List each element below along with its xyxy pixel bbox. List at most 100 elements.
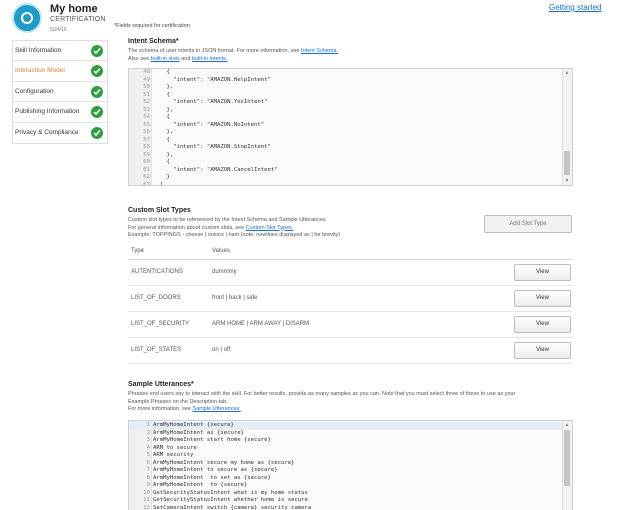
line-number: 48 xyxy=(143,69,150,75)
code-text: }, xyxy=(153,129,174,135)
sidebar-item-label: Privacy & Compliance xyxy=(15,128,79,136)
line-number: 6 xyxy=(146,459,150,466)
slot-type-values: on | off xyxy=(212,347,231,353)
code-line: 57 { xyxy=(129,137,562,145)
code-line: 61 "intent": "AMAZON.CancelIntent" xyxy=(129,167,562,175)
line-number: 3 xyxy=(146,437,150,443)
slot-type-values: ARM HOME | ARM AWAY | DISARM xyxy=(212,321,310,327)
code-text: GetSecurityStatusIntent whether home is … xyxy=(153,497,308,503)
code-text: { xyxy=(153,91,170,98)
slot-type-name: AUTENTICATIONS xyxy=(131,269,183,275)
intent-schema-editor[interactable]: 48 {49 "intent": "AMAZON.HelpIntent" 50 }… xyxy=(128,68,573,186)
code-line: 10 GetSecurityStatusIntent what is my hom… xyxy=(129,490,562,498)
code-text: ArmMyHomeIntent to set as {secure} xyxy=(153,474,271,481)
code-text: ArmMyHomeIntent to secure as {secure} xyxy=(153,467,278,473)
getting-started-link[interactable]: Getting started xyxy=(549,3,601,12)
sidebar-item-publishing-information[interactable]: Publishing Information xyxy=(13,102,107,123)
code-line: 62 } xyxy=(129,174,562,182)
code-text: }, xyxy=(153,106,174,113)
line-number: 59 xyxy=(143,151,150,158)
built-in-intents-link[interactable]: built-in intents. xyxy=(192,56,227,62)
desc-text: Also see xyxy=(128,55,151,62)
code-text: ArmMyHomeIntent {secure} xyxy=(153,422,234,428)
sidebar-item-interaction-model[interactable]: Interaction Model xyxy=(13,61,107,82)
code-line: 56 }, xyxy=(129,129,562,137)
line-number: 55 xyxy=(143,121,150,128)
line-number: 54 xyxy=(143,114,150,120)
custom-slot-types-description: Custom slot types to be referenced by th… xyxy=(128,217,478,240)
intent-schema-link[interactable]: Intent Schema. xyxy=(301,48,338,54)
code-text: { xyxy=(153,136,170,143)
sidebar-item-label: Configuration xyxy=(15,87,54,95)
line-number: 4 xyxy=(146,444,150,451)
code-line: 8 ArmMyHomeIntent to set as {secure} xyxy=(129,475,562,483)
code-line: 54 { xyxy=(129,114,562,122)
scroll-thumb[interactable] xyxy=(564,151,570,175)
code-text: ARM to secure xyxy=(153,444,197,451)
code-line: 55 "intent": "AMAZON.NoIntent" xyxy=(129,122,562,130)
code-text: ArmMyHomeIntent start home {secure} xyxy=(153,437,271,443)
view-button[interactable]: View xyxy=(514,290,571,307)
check-icon xyxy=(91,106,103,119)
sample-utterances-link[interactable]: Sample Utterances. xyxy=(193,406,241,412)
custom-slot-types-link[interactable]: Custom Slot Types. xyxy=(246,225,294,231)
code-line: 53 }, xyxy=(129,107,562,115)
scroll-up-icon[interactable]: ▲ xyxy=(564,422,570,428)
scroll-thumb[interactable] xyxy=(564,430,570,486)
table-row: AUTENTICATIONS dummmy View xyxy=(128,260,573,286)
code-line: 48 { xyxy=(129,69,562,77)
code-text: SetCameraIntent switch {camera} security… xyxy=(153,504,312,510)
line-number: 5 xyxy=(146,452,150,458)
view-button[interactable]: View xyxy=(514,342,571,359)
sidebar-item-configuration[interactable]: Configuration xyxy=(13,82,107,103)
intent-schema-scrollbar[interactable]: ▲ ▼ xyxy=(562,69,572,185)
code-text: { xyxy=(153,159,170,165)
code-text: }, xyxy=(153,84,174,90)
table-row: LIST_OF_DOORS front | back | side View xyxy=(128,286,573,312)
line-number: 50 xyxy=(143,84,150,90)
desc-text: For more information, see xyxy=(128,406,193,412)
view-button[interactable]: View xyxy=(514,316,571,333)
code-line: 58 "intent": "AMAZON.StopIntent" xyxy=(129,144,562,152)
line-number: 61 xyxy=(143,166,150,173)
code-line: 3 ArmMyHomeIntent start home {secure} xyxy=(129,437,562,445)
code-text: ARM security xyxy=(153,452,194,458)
built-in-slots-link[interactable]: built-in slots xyxy=(151,56,180,62)
code-line: 50 }, xyxy=(129,84,562,92)
code-line: 4 ARM to secure xyxy=(129,445,562,453)
check-icon xyxy=(91,45,103,57)
slot-type-values: front | back | side xyxy=(212,295,258,301)
check-icon xyxy=(91,126,103,139)
code-text: }, xyxy=(153,151,174,158)
line-number: 49 xyxy=(143,76,150,83)
utterances-scrollbar[interactable]: ▲ xyxy=(562,421,572,510)
line-number: 1 xyxy=(146,422,150,428)
code-line: 12 SetCameraIntent switch {camera} securi… xyxy=(129,505,562,510)
code-line: 1 ArmMyHomeIntent {secure} xyxy=(129,422,562,430)
sample-utterances-editor[interactable]: 1 ArmMyHomeIntent {secure} 2 ArmMyHomeInten… xyxy=(128,420,573,510)
code-text: ] xyxy=(153,181,164,186)
view-button[interactable]: View xyxy=(514,264,571,281)
code-line: 5 ARM security xyxy=(129,452,562,460)
add-slot-type-button[interactable]: Add Slot Type xyxy=(484,215,572,233)
code-line: 52 "intent": "AMAZON.YesIntent" xyxy=(129,99,562,107)
line-number: 62 xyxy=(143,174,150,180)
line-number: 56 xyxy=(143,129,150,135)
code-line: 63 ] xyxy=(129,181,562,186)
slot-type-name: LIST_OF_STATES xyxy=(131,347,182,353)
check-icon xyxy=(91,65,103,78)
line-number: 8 xyxy=(146,474,150,481)
scroll-up-icon[interactable]: ▲ xyxy=(564,70,570,76)
scroll-down-icon[interactable]: ▼ xyxy=(564,178,570,184)
required-fields-note: *Fields required for certification xyxy=(114,23,190,29)
code-text: "intent": "AMAZON.HelpIntent" xyxy=(153,76,271,83)
slot-types-table: Type Values AUTENTICATIONS dummmy View L… xyxy=(128,244,573,364)
sidebar-item-skill-information[interactable]: Skill Information xyxy=(13,41,107,62)
sidebar-item-privacy-compliance[interactable]: Privacy & Compliance xyxy=(13,123,107,143)
desc-text: and xyxy=(179,55,192,62)
slot-type-name: LIST_OF_DOORS xyxy=(131,295,181,301)
line-number: 63 xyxy=(143,181,150,186)
code-text: "intent": "AMAZON.NoIntent" xyxy=(153,121,265,128)
line-number: 60 xyxy=(143,159,150,165)
code-line: 6 ArmMyHomeIntent secure my home as {secu… xyxy=(129,460,562,468)
